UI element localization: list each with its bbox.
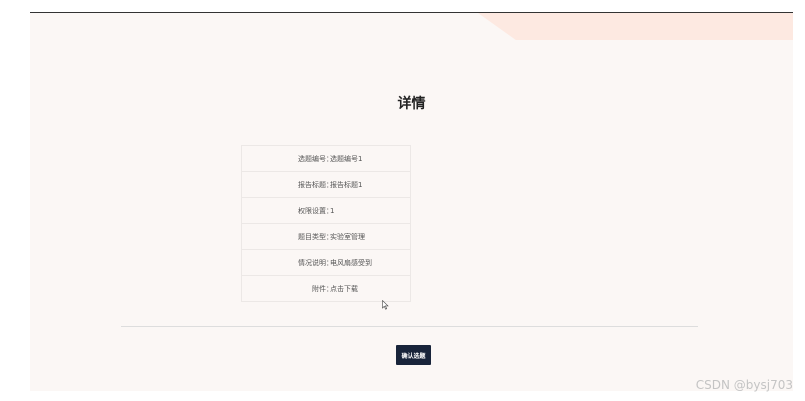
detail-label: 报告标题 xyxy=(298,180,326,189)
detail-row-attachment: 附件 ： 点击下载 xyxy=(242,276,410,302)
detail-label: 附件 xyxy=(312,284,326,293)
section-divider xyxy=(121,326,698,327)
detail-row-permission: 权限设置 ： 1 xyxy=(242,198,410,224)
detail-row-topic-number: 选题编号 ： 选题编号1 xyxy=(242,146,410,172)
detail-value: 1 xyxy=(330,206,335,215)
detail-panel: 详情 选题编号 ： 选题编号1 报告标题 ： 报告标题1 权限设置 ： 1 题目… xyxy=(30,13,793,391)
watermark-text: CSDN @bysj703 xyxy=(695,378,793,392)
page-title: 详情 xyxy=(397,96,426,112)
detail-row-topic-type: 题目类型 ： 实验室管理 xyxy=(242,224,410,250)
detail-label: 权限设置 xyxy=(298,206,326,215)
detail-row-report-title: 报告标题 ： 报告标题1 xyxy=(242,172,410,198)
detail-value-attachment: 点击下载 xyxy=(330,284,410,294)
detail-value: 报告标题1 xyxy=(330,180,363,189)
detail-table: 选题编号 ： 选题编号1 报告标题 ： 报告标题1 权限设置 ： 1 题目类型 … xyxy=(241,145,411,302)
confirm-topic-button[interactable]: 确认选题 xyxy=(396,345,431,365)
download-link[interactable]: 点击下载 xyxy=(330,285,358,293)
detail-value: 电风扇感受到 xyxy=(330,258,372,267)
detail-label: 情况说明 xyxy=(298,258,326,267)
detail-row-description: 情况说明 ： 电风扇感受到 xyxy=(242,250,410,276)
mouse-cursor-icon xyxy=(382,300,389,310)
detail-value: 选题编号1 xyxy=(330,154,363,163)
decorative-accent-band xyxy=(478,13,793,40)
detail-label: 选题编号 xyxy=(298,154,326,163)
detail-label: 题目类型 xyxy=(298,232,326,241)
detail-value: 实验室管理 xyxy=(330,232,365,241)
